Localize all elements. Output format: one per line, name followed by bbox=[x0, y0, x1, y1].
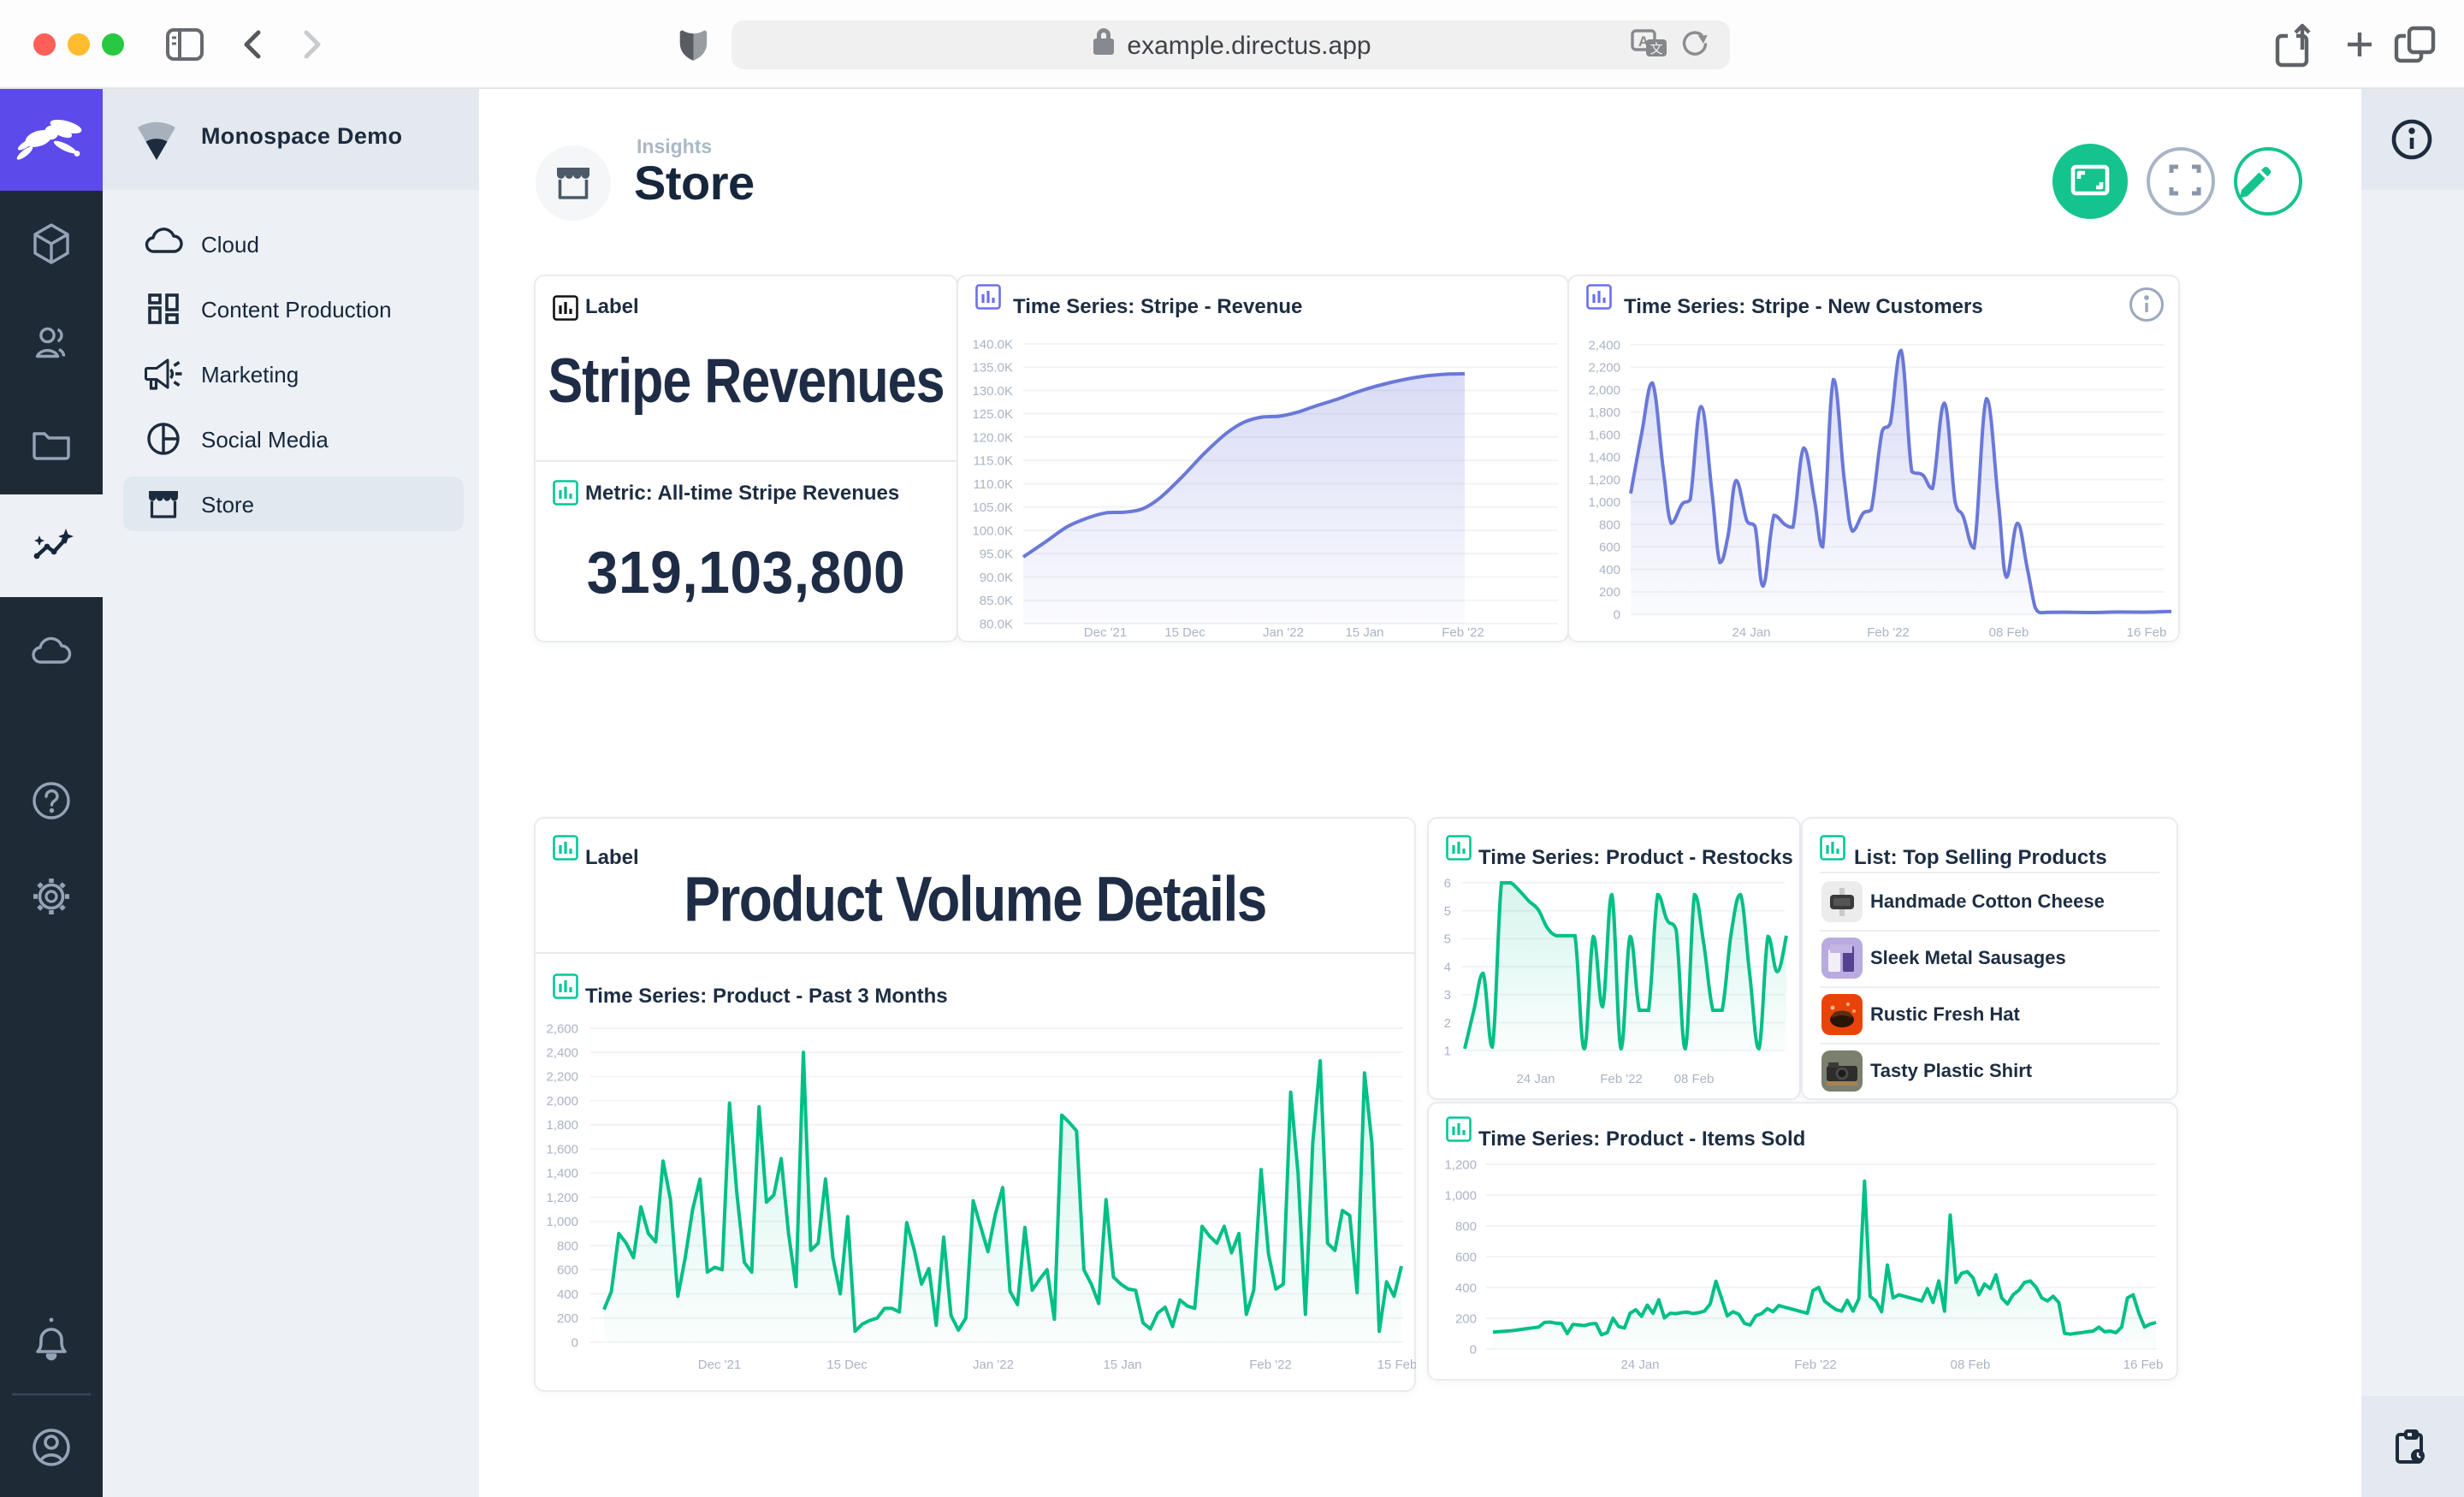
svg-text:135.0K: 135.0K bbox=[972, 361, 1013, 376]
svg-text:125.0K: 125.0K bbox=[972, 407, 1013, 422]
svg-text:2,400: 2,400 bbox=[546, 1045, 578, 1060]
svg-text:2,600: 2,600 bbox=[546, 1021, 578, 1036]
svg-text:08 Feb: 08 Feb bbox=[1951, 1358, 1991, 1372]
svg-text:600: 600 bbox=[557, 1263, 578, 1278]
svg-text:Jan '22: Jan '22 bbox=[973, 1358, 1014, 1372]
svg-text:800: 800 bbox=[557, 1239, 578, 1253]
svg-text:1,000: 1,000 bbox=[546, 1215, 578, 1229]
svg-text:16 Feb: 16 Feb bbox=[2123, 1358, 2164, 1372]
svg-text:130.0K: 130.0K bbox=[972, 384, 1013, 399]
svg-text:Feb '22: Feb '22 bbox=[1442, 625, 1484, 640]
svg-text:0: 0 bbox=[1470, 1342, 1477, 1357]
svg-text:200: 200 bbox=[557, 1311, 578, 1326]
svg-text:1: 1 bbox=[1444, 1044, 1451, 1058]
svg-text:90.0K: 90.0K bbox=[980, 571, 1013, 585]
svg-text:1,600: 1,600 bbox=[546, 1142, 578, 1157]
svg-text:Dec '21: Dec '21 bbox=[698, 1358, 741, 1372]
svg-text:Feb '22: Feb '22 bbox=[1600, 1072, 1643, 1086]
svg-text:15 Dec: 15 Dec bbox=[1164, 625, 1205, 640]
svg-text:1,200: 1,200 bbox=[546, 1191, 578, 1205]
svg-text:4: 4 bbox=[1444, 960, 1451, 974]
svg-text:3: 3 bbox=[1444, 988, 1451, 1003]
svg-text:120.0K: 120.0K bbox=[972, 430, 1013, 445]
svg-text:1,800: 1,800 bbox=[546, 1118, 578, 1133]
svg-text:2,000: 2,000 bbox=[1588, 383, 1620, 398]
svg-text:400: 400 bbox=[1455, 1281, 1477, 1295]
svg-text:5: 5 bbox=[1444, 904, 1451, 919]
svg-text:80.0K: 80.0K bbox=[980, 617, 1013, 631]
svg-text:110.0K: 110.0K bbox=[974, 477, 1013, 492]
svg-text:Feb '22: Feb '22 bbox=[1249, 1358, 1292, 1372]
svg-text:115.0K: 115.0K bbox=[974, 454, 1013, 469]
svg-text:400: 400 bbox=[557, 1287, 578, 1302]
svg-text:1,200: 1,200 bbox=[1588, 473, 1620, 488]
svg-text:16 Feb: 16 Feb bbox=[2127, 625, 2167, 640]
svg-text:1,400: 1,400 bbox=[1588, 451, 1620, 465]
svg-text:2: 2 bbox=[1444, 1016, 1451, 1031]
svg-text:15 Feb: 15 Feb bbox=[1377, 1358, 1416, 1372]
svg-text:1,400: 1,400 bbox=[546, 1167, 578, 1181]
svg-text:example.directus.app: example.directus.app bbox=[1127, 32, 1371, 60]
svg-text:2,200: 2,200 bbox=[546, 1070, 578, 1085]
svg-text:24 Jan: 24 Jan bbox=[1620, 1358, 1659, 1372]
svg-text:2,200: 2,200 bbox=[1588, 361, 1620, 376]
svg-text:5: 5 bbox=[1444, 932, 1451, 947]
svg-text:15 Dec: 15 Dec bbox=[826, 1358, 868, 1372]
svg-text:105.0K: 105.0K bbox=[972, 500, 1013, 515]
svg-text:Jan '22: Jan '22 bbox=[1263, 625, 1304, 640]
svg-text:15 Jan: 15 Jan bbox=[1345, 625, 1383, 640]
svg-text:24 Jan: 24 Jan bbox=[1732, 625, 1770, 640]
svg-text:200: 200 bbox=[1599, 585, 1620, 600]
svg-text:1,600: 1,600 bbox=[1588, 428, 1620, 442]
svg-text:08 Feb: 08 Feb bbox=[1989, 625, 2029, 640]
svg-text:2,400: 2,400 bbox=[1588, 338, 1620, 352]
svg-text:文: 文 bbox=[1650, 42, 1662, 56]
svg-text:Feb '22: Feb '22 bbox=[1867, 625, 1910, 640]
svg-text:200: 200 bbox=[1455, 1311, 1477, 1326]
svg-text:1,000: 1,000 bbox=[1588, 495, 1620, 510]
svg-text:08 Feb: 08 Feb bbox=[1674, 1072, 1715, 1086]
svg-text:Dec '21: Dec '21 bbox=[1084, 625, 1127, 640]
svg-text:Feb '22: Feb '22 bbox=[1794, 1358, 1837, 1372]
svg-text:800: 800 bbox=[1599, 518, 1620, 532]
svg-text:0: 0 bbox=[1614, 607, 1620, 622]
svg-text:800: 800 bbox=[1455, 1219, 1477, 1234]
svg-text:100.0K: 100.0K bbox=[972, 524, 1013, 538]
svg-text:600: 600 bbox=[1455, 1250, 1477, 1264]
svg-text:140.0K: 140.0K bbox=[972, 337, 1013, 352]
svg-text:15 Jan: 15 Jan bbox=[1103, 1358, 1141, 1372]
svg-text:1,200: 1,200 bbox=[1444, 1157, 1477, 1172]
svg-text:6: 6 bbox=[1444, 876, 1451, 891]
svg-text:24 Jan: 24 Jan bbox=[1516, 1072, 1555, 1086]
svg-text:600: 600 bbox=[1599, 541, 1620, 555]
svg-text:400: 400 bbox=[1599, 563, 1620, 577]
svg-text:0: 0 bbox=[572, 1335, 578, 1350]
svg-text:85.0K: 85.0K bbox=[980, 594, 1013, 608]
svg-text:1,000: 1,000 bbox=[1444, 1188, 1477, 1203]
svg-text:2,000: 2,000 bbox=[546, 1094, 578, 1109]
svg-text:95.0K: 95.0K bbox=[980, 547, 1013, 562]
svg-text:1,800: 1,800 bbox=[1588, 405, 1620, 420]
